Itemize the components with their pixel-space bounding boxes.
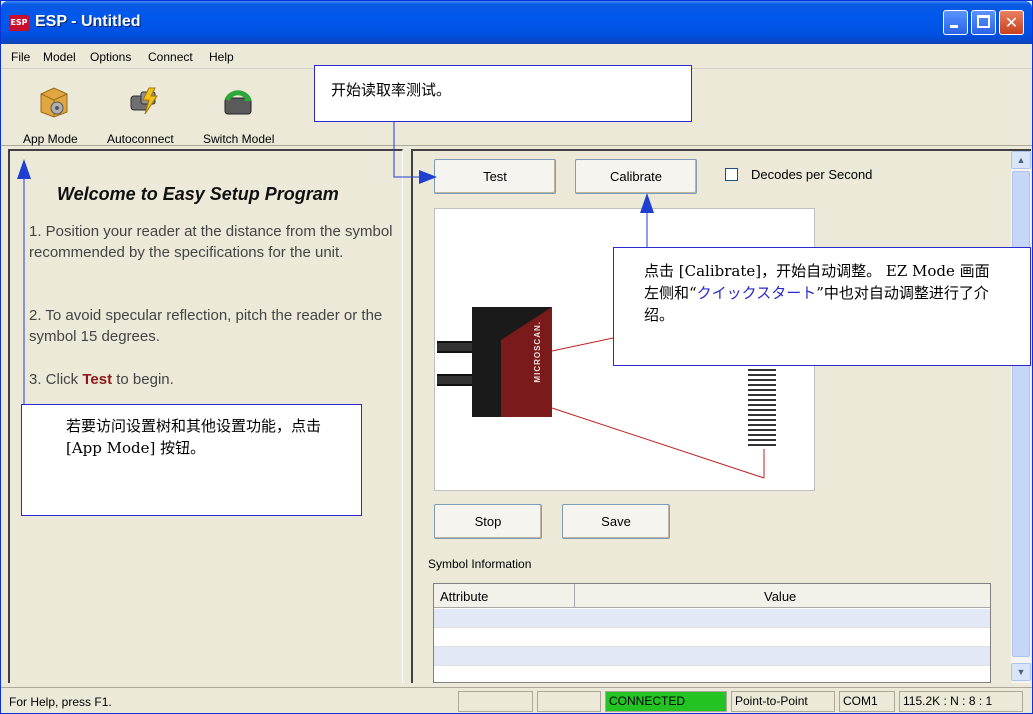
test-button[interactable]: Test [434, 159, 556, 194]
close-button[interactable]: ✕ [999, 10, 1024, 35]
calibrate-callout: 点击 [Calibrate]，开始自动调整。 EZ Mode 画面左侧和“クイッ… [613, 247, 1031, 366]
connector-upper [437, 341, 472, 353]
decodes-per-second-checkbox[interactable] [725, 168, 738, 181]
calibrate-button[interactable]: Calibrate [575, 159, 697, 194]
status-connected-badge: CONNECTED [605, 691, 727, 712]
column-value[interactable]: Value [764, 589, 796, 604]
welcome-title: Welcome to Easy Setup Program [57, 184, 339, 204]
maximize-icon [977, 15, 990, 28]
title-bar[interactable]: ESP ESP - Untitled ✕ [1, 1, 1032, 44]
status-panel-empty-2 [537, 691, 601, 712]
table-row[interactable] [434, 666, 990, 682]
minimize-button[interactable] [943, 10, 968, 35]
welcome-step-3: 3. Click Test to begin. [29, 369, 399, 390]
app-mode-label: App Mode [23, 132, 78, 146]
status-port: COM1 [839, 691, 895, 712]
stop-button[interactable]: Stop [434, 504, 542, 539]
app-mode-icon [40, 87, 68, 118]
table-row[interactable] [434, 628, 990, 647]
welcome-step-1: 1. Position your reader at the distance … [29, 223, 393, 261]
switch-model-icon [224, 90, 252, 115]
window-title: ESP - Untitled [35, 13, 141, 30]
status-bar: For Help, press F1. CONNECTED Point-to-P… [1, 687, 1032, 713]
table-row[interactable] [434, 647, 990, 666]
step-3-test-link[interactable]: Test [82, 371, 112, 388]
menu-help[interactable]: Help [209, 50, 234, 64]
table-header: Attribute Value [434, 584, 990, 608]
esp-window: ESP ESP - Untitled ✕ File Model Options … [0, 0, 1033, 714]
step-3-suffix: to begin. [112, 371, 174, 388]
autoconnect-icon [130, 87, 158, 115]
decodes-per-second-label: Decodes per Second [751, 167, 873, 182]
menu-file[interactable]: File [11, 50, 30, 64]
status-settings: 115.2K : N : 8 : 1 [899, 691, 1023, 712]
status-mode: Point-to-Point [731, 691, 835, 712]
menu-options[interactable]: Options [90, 50, 131, 64]
step-3-prefix: 3. Click [29, 371, 83, 388]
autoconnect-label: Autoconnect [107, 132, 174, 146]
symbol-information-label: Symbol Information [428, 557, 532, 571]
connector-lower [437, 374, 472, 386]
status-panel-empty-1 [458, 691, 533, 712]
welcome-step-2: 2. To avoid specular reflection, pitch t… [29, 307, 383, 345]
test-callout: 开始读取率测试。 [314, 65, 692, 122]
close-icon: ✕ [1004, 13, 1019, 32]
quick-start-link[interactable]: クイックスタート [697, 284, 817, 302]
save-button[interactable]: Save [562, 504, 670, 539]
scanner-brand-label: MICROSCAN. [533, 321, 542, 383]
table-row[interactable] [434, 609, 990, 628]
minimize-icon [950, 25, 958, 28]
status-help-text: For Help, press F1. [9, 695, 112, 709]
scroll-thumb[interactable] [1012, 171, 1030, 657]
menu-model[interactable]: Model [43, 50, 76, 64]
maximize-button[interactable] [971, 10, 996, 35]
vertical-scrollbar[interactable]: ▲ ▼ [1011, 151, 1031, 683]
menu-connect[interactable]: Connect [148, 50, 193, 64]
switch-model-label: Switch Model [203, 132, 275, 146]
scroll-down-icon[interactable]: ▼ [1011, 663, 1031, 681]
scroll-up-icon[interactable]: ▲ [1011, 151, 1031, 169]
esp-app-icon: ESP [9, 15, 29, 31]
symbol-information-table[interactable]: Attribute Value [433, 583, 991, 683]
column-attribute[interactable]: Attribute [440, 589, 488, 604]
app-mode-callout: 若要访问设置树和其他设置功能，点击 [App Mode] 按钮。 [21, 404, 362, 516]
